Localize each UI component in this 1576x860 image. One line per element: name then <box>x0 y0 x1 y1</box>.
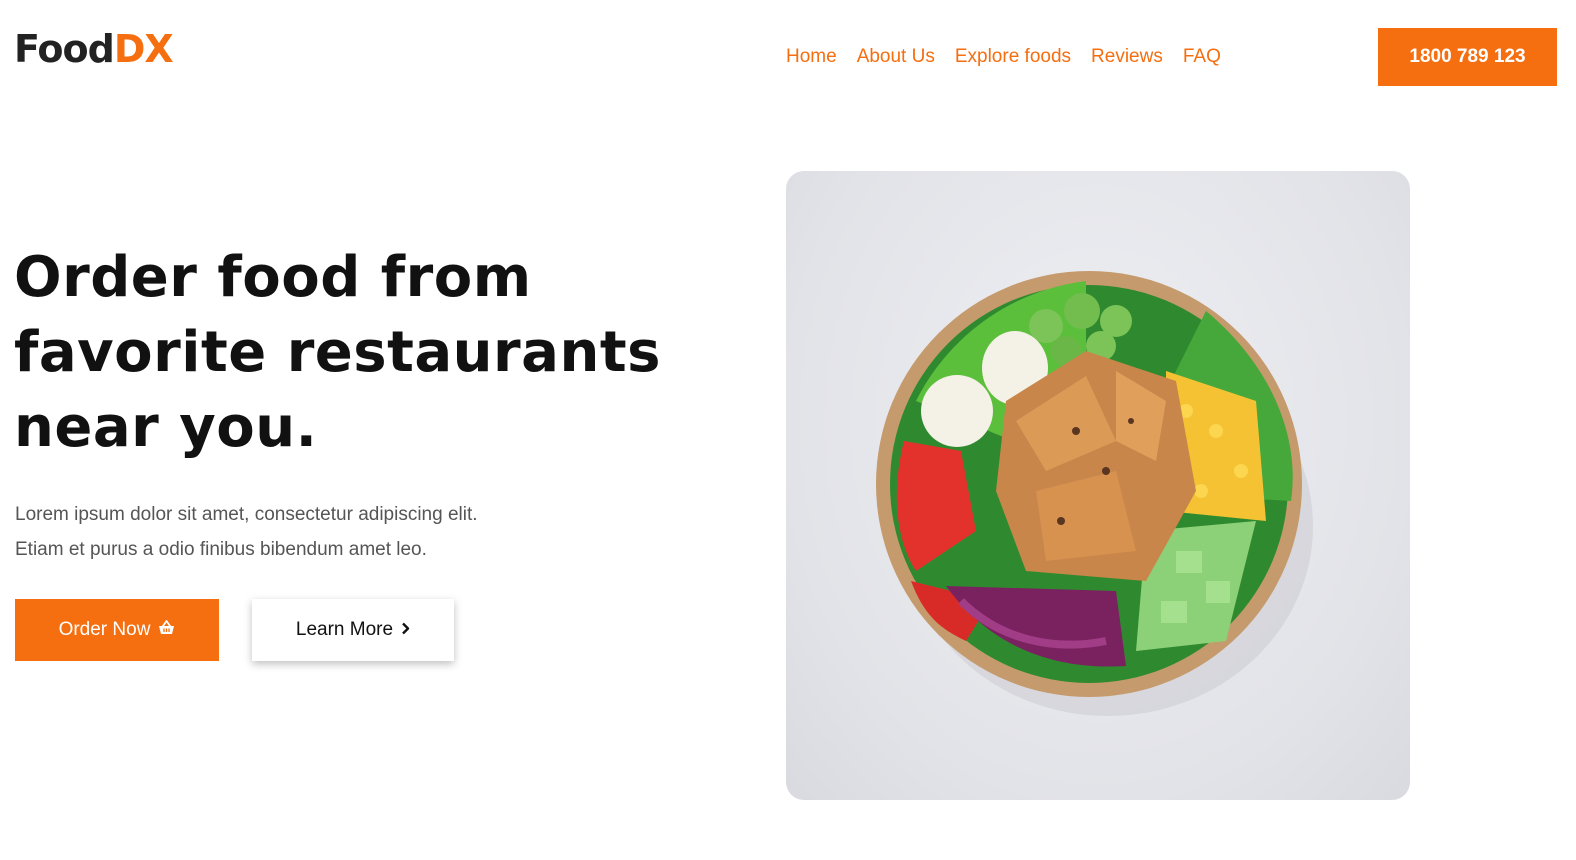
order-now-button[interactable]: Order Now <box>15 599 219 661</box>
learn-more-button[interactable]: Learn More <box>252 599 454 661</box>
nav-link-reviews[interactable]: Reviews <box>1091 44 1163 70</box>
hero-description-line: Lorem ipsum dolor sit amet, consectetur … <box>15 504 478 525</box>
hero-headline-line: near you. <box>14 395 318 460</box>
brand-logo[interactable]: FoodDX <box>14 27 174 71</box>
nav-link-faq[interactable]: FAQ <box>1183 44 1221 70</box>
nav-link-home[interactable]: Home <box>786 44 837 70</box>
brand-name-accent: DX <box>113 27 174 71</box>
hero-headline-line: favorite restaurants <box>14 320 661 385</box>
hero-description: Lorem ipsum dolor sit amet, consectetur … <box>15 497 575 567</box>
learn-more-label: Learn More <box>295 619 394 640</box>
order-now-label: Order Now <box>58 619 151 640</box>
phone-call-button[interactable]: 1800 789 123 <box>1378 28 1557 86</box>
chevron-right-icon <box>401 619 410 641</box>
hero-headline-line: Order food from <box>14 245 532 310</box>
brand-name: Food <box>14 27 115 71</box>
nav-link-about-us[interactable]: About Us <box>857 44 935 70</box>
hero-headline: Order food from favorite restaurants nea… <box>14 240 714 465</box>
basket-icon <box>158 619 175 641</box>
main-nav: Home About Us Explore foods Reviews FAQ <box>786 44 1221 70</box>
hero-description-line: Etiam et purus a odio finibus bibendum a… <box>15 539 427 560</box>
nav-link-explore-foods[interactable]: Explore foods <box>955 44 1071 70</box>
salad-bowl-image <box>786 171 1410 800</box>
